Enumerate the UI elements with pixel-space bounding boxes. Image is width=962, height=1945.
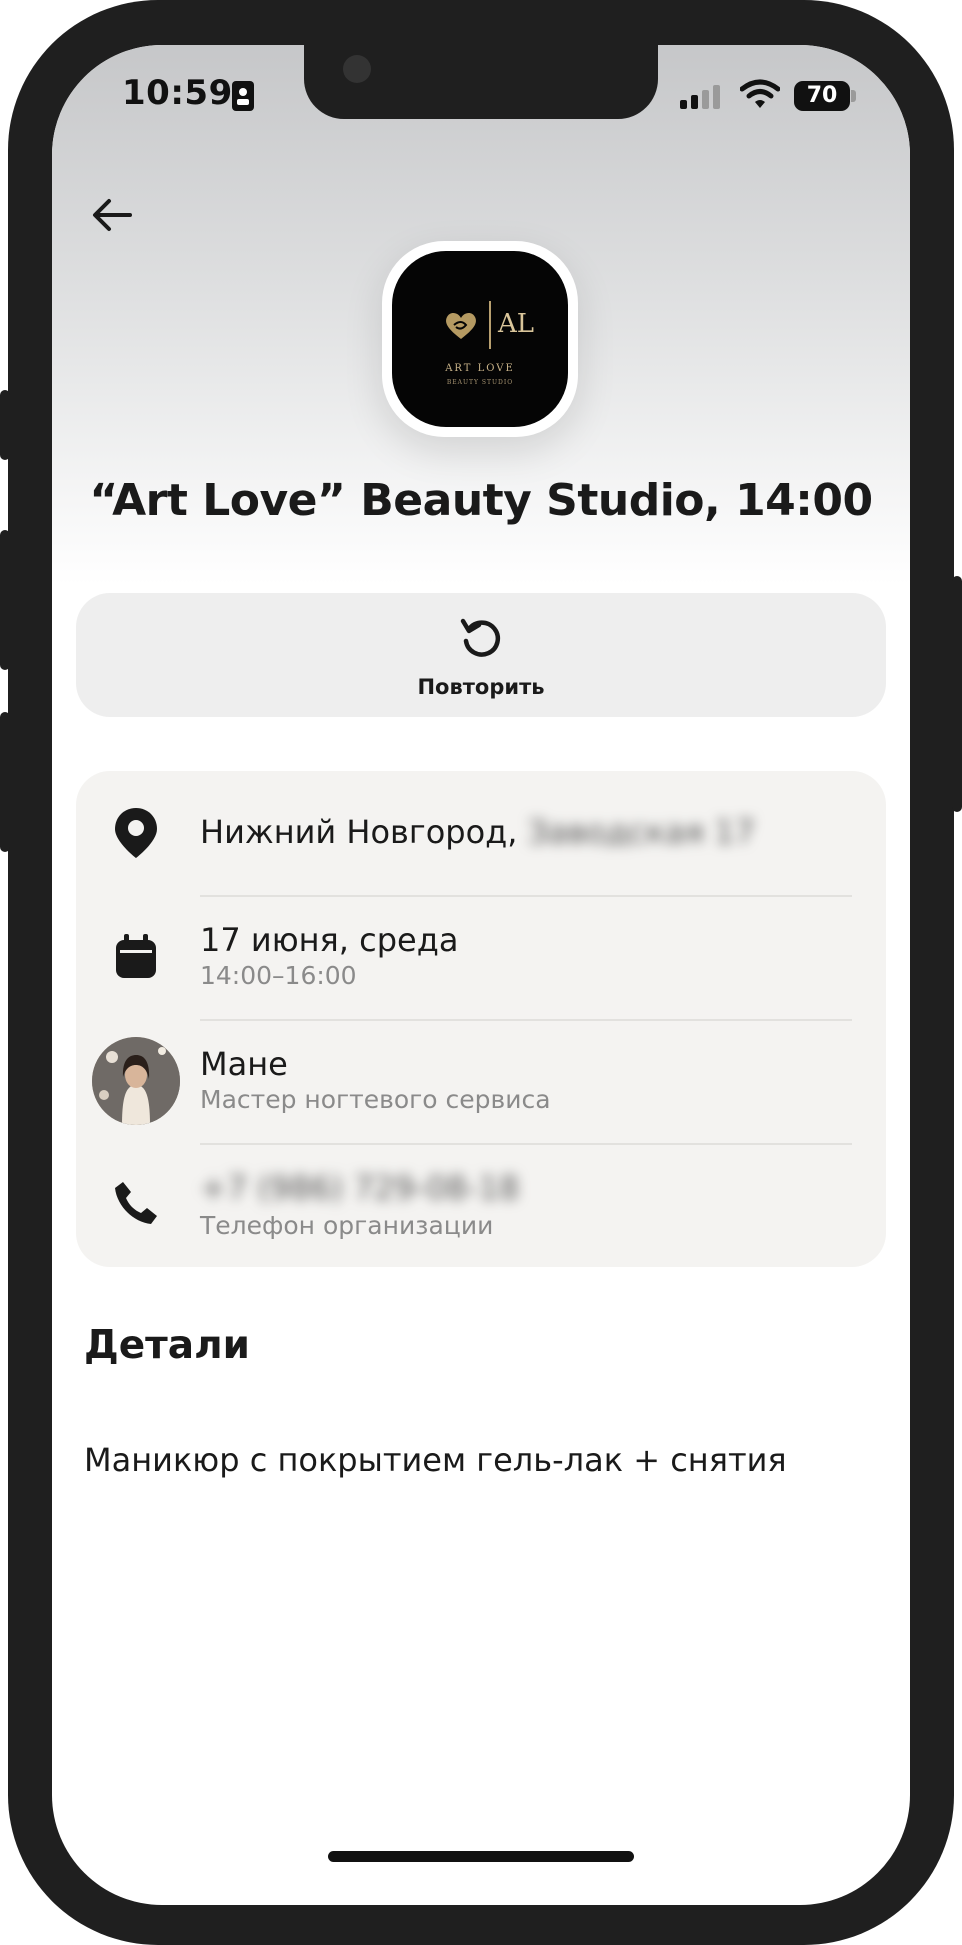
appointment-date: 17 июня, среда bbox=[200, 921, 459, 959]
logo-subtitle: BEAUTY STUDIO bbox=[446, 379, 514, 386]
details-service: Маникюр с покрытием гель-лак + снятия bbox=[84, 1441, 787, 1479]
screen: 10:59 70 AL ART LOVE BEAUTY STUDIO “Art … bbox=[52, 45, 910, 1905]
camera bbox=[343, 55, 371, 83]
home-indicator[interactable] bbox=[328, 1851, 634, 1862]
arrow-left-icon bbox=[93, 199, 132, 231]
side-button-volume-up bbox=[0, 530, 10, 670]
phone-label: Телефон организации bbox=[200, 1211, 494, 1240]
repeat-button[interactable]: Повторить bbox=[76, 593, 886, 717]
phone-row[interactable]: +7 (986) 729-08-18 Телефон организации bbox=[76, 1145, 886, 1267]
address-text: Нижний Новгород, Заводская 17 bbox=[200, 813, 755, 851]
status-time: 10:59 bbox=[122, 73, 233, 113]
date-row: 17 июня, среда 14:00–16:00 bbox=[76, 897, 886, 1019]
contact-card-icon bbox=[232, 81, 254, 111]
heart-logo-icon bbox=[446, 312, 476, 339]
refresh-icon bbox=[460, 618, 501, 657]
side-button-volume-down bbox=[0, 712, 10, 852]
calendar-icon bbox=[100, 921, 172, 993]
studio-logo-image: AL ART LOVE BEAUTY STUDIO bbox=[392, 251, 568, 427]
repeat-button-label: Повторить bbox=[417, 675, 545, 699]
master-avatar bbox=[92, 1037, 180, 1125]
phone-icon bbox=[100, 1167, 172, 1239]
logo-initials: AL bbox=[498, 309, 535, 339]
location-pin-icon bbox=[100, 797, 172, 869]
master-name: Мане bbox=[200, 1045, 288, 1083]
appointment-time-range: 14:00–16:00 bbox=[200, 961, 357, 990]
master-role: Мастер ногтевого сервиса bbox=[200, 1085, 551, 1114]
battery-tip bbox=[851, 90, 856, 102]
page-title: “Art Love” Beauty Studio, 14:00 bbox=[89, 475, 873, 526]
master-row[interactable]: Мане Мастер ногтевого сервиса bbox=[76, 1021, 886, 1143]
side-button-power bbox=[952, 576, 962, 812]
logo-divider bbox=[489, 301, 491, 349]
phone-number: +7 (986) 729-08-18 bbox=[200, 1169, 520, 1207]
logo-name: ART LOVE bbox=[445, 363, 515, 374]
info-card: Нижний Новгород, Заводская 17 17 июня, с… bbox=[76, 771, 886, 1267]
studio-logo: AL ART LOVE BEAUTY STUDIO bbox=[382, 241, 578, 437]
address-row[interactable]: Нижний Новгород, Заводская 17 bbox=[76, 771, 886, 895]
battery-indicator: 70 bbox=[794, 81, 850, 111]
wifi-icon bbox=[740, 79, 780, 108]
side-button-silent bbox=[0, 390, 10, 460]
cellular-signal-icon bbox=[680, 85, 720, 109]
address-street: Заводская 17 bbox=[527, 813, 755, 851]
back-button[interactable] bbox=[82, 185, 142, 245]
address-city: Нижний Новгород, bbox=[200, 813, 518, 851]
details-title: Детали bbox=[84, 1323, 250, 1368]
